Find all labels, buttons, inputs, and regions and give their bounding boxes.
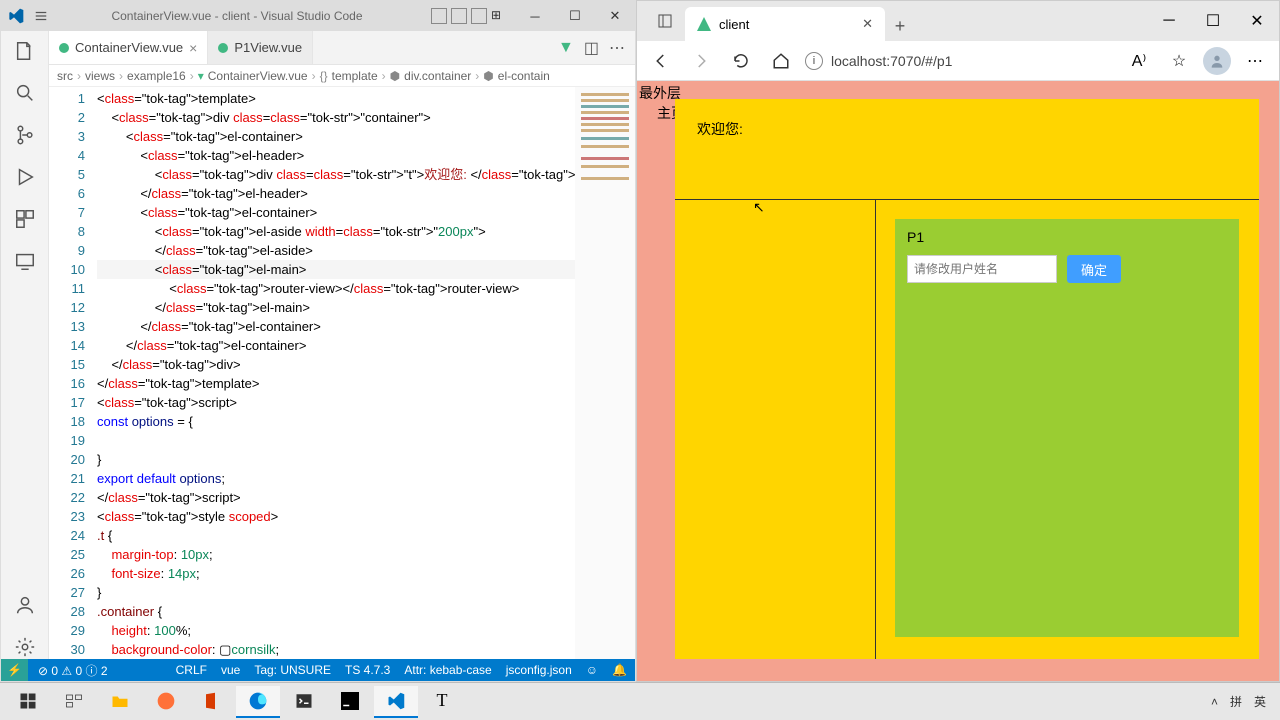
more-icon[interactable]: ⋯: [609, 38, 625, 58]
maximize-button[interactable]: ☐: [555, 8, 595, 24]
file-explorer-button[interactable]: [98, 686, 142, 718]
address-bar[interactable]: i localhost:7070/#/p1: [805, 52, 1115, 70]
window-title: ContainerView.vue - client - Visual Stud…: [51, 9, 423, 23]
bell-icon[interactable]: 🔔: [612, 663, 627, 677]
debug-icon[interactable]: [13, 165, 37, 189]
taskbar: T ˄ 拼 英: [0, 682, 1280, 720]
search-icon[interactable]: [13, 81, 37, 105]
settings-icon[interactable]: [13, 635, 37, 659]
vscode-titlebar: ContainerView.vue - client - Visual Stud…: [1, 1, 635, 31]
start-button[interactable]: [6, 686, 50, 718]
menu-icon[interactable]: [31, 9, 51, 23]
tab-title: client: [719, 17, 749, 32]
minimize-button[interactable]: ─: [1147, 1, 1191, 41]
task-view-button[interactable]: [52, 686, 96, 718]
tab-label: ContainerView.vue: [75, 40, 183, 55]
browser-toolbar: i localhost:7070/#/p1 A⁾ ☆ ⋯: [637, 41, 1279, 81]
problems-indicator[interactable]: ⊘ 0 ⚠ 0 ⓘ 2: [38, 662, 108, 679]
panel-left-icon[interactable]: [431, 8, 447, 24]
tab-actions-icon[interactable]: [645, 1, 685, 41]
site-info-icon[interactable]: i: [805, 52, 823, 70]
reload-button[interactable]: [725, 45, 757, 77]
activity-bar: [1, 31, 49, 659]
tab-containerview[interactable]: ContainerView.vue ×: [49, 31, 208, 64]
vscode-button[interactable]: [374, 686, 418, 718]
browser-tab-client[interactable]: client ✕: [685, 7, 885, 41]
new-tab-button[interactable]: +: [885, 11, 915, 41]
intellij-button[interactable]: [328, 686, 372, 718]
layout-icon[interactable]: ⊞: [491, 8, 507, 24]
split-editor-icon[interactable]: ◫: [584, 38, 599, 58]
tag-indicator[interactable]: Tag: UNSURE: [254, 663, 331, 677]
divider-vertical: [875, 199, 876, 659]
code-content[interactable]: <class="tok-tag">template> <class="tok-t…: [97, 87, 575, 659]
back-button[interactable]: [645, 45, 677, 77]
edge-button[interactable]: [236, 686, 280, 718]
page-content: 最外层 主页 欢迎您: P1 确定 ↖: [637, 81, 1279, 681]
attr-indicator[interactable]: Attr: kebab-case: [404, 663, 491, 677]
tab-p1view[interactable]: P1View.vue: [208, 31, 313, 64]
remote-indicator[interactable]: ⚡: [1, 659, 28, 681]
editor-tabs: ContainerView.vue × P1View.vue ▼ ◫ ⋯: [49, 31, 635, 65]
maximize-button[interactable]: ☐: [1191, 1, 1235, 41]
extensions-icon[interactable]: [13, 207, 37, 231]
minimap[interactable]: [575, 87, 635, 659]
p1-panel: P1 确定: [895, 219, 1239, 637]
text-app-button[interactable]: T: [420, 686, 464, 718]
vue-devtools-icon[interactable]: ▼: [558, 39, 574, 57]
eol-indicator[interactable]: CRLF: [176, 663, 207, 677]
account-icon[interactable]: [13, 593, 37, 617]
browser-tab-strip: client ✕ + ─ ☐ ✕: [637, 1, 1279, 41]
layout-controls: ⊞: [423, 8, 515, 24]
divider-horizontal: [675, 199, 1259, 200]
feedback-icon[interactable]: ☺: [586, 663, 598, 677]
profile-avatar[interactable]: [1203, 47, 1231, 75]
code-editor[interactable]: 1234567891011121314151617181920212223242…: [49, 87, 635, 659]
tray-chevron-icon[interactable]: ˄: [1211, 695, 1218, 709]
panel-bottom-icon[interactable]: [451, 8, 467, 24]
vue-icon: [218, 43, 228, 53]
panel-right-icon[interactable]: [471, 8, 487, 24]
welcome-text: 欢迎您:: [697, 119, 743, 139]
cursor-icon: ↖: [753, 199, 765, 216]
system-tray: ˄ 拼 英: [1211, 693, 1274, 710]
remote-icon[interactable]: [13, 249, 37, 273]
username-input[interactable]: [907, 255, 1057, 283]
tab-label: P1View.vue: [234, 40, 302, 55]
office-button[interactable]: [190, 686, 234, 718]
terminal-button[interactable]: [282, 686, 326, 718]
minimize-button[interactable]: ─: [515, 9, 555, 24]
jsconfig-indicator[interactable]: jsconfig.json: [506, 663, 572, 677]
vue-favicon-icon: [697, 17, 711, 31]
close-button[interactable]: ✕: [595, 8, 635, 24]
firefox-button[interactable]: [144, 686, 188, 718]
menu-icon[interactable]: ⋯: [1239, 45, 1271, 77]
vue-icon: [59, 43, 69, 53]
container-box: 欢迎您: P1 确定 ↖: [675, 99, 1259, 659]
line-gutter: 1234567891011121314151617181920212223242…: [49, 87, 97, 659]
forward-button[interactable]: [685, 45, 717, 77]
close-icon[interactable]: ✕: [862, 16, 873, 32]
close-button[interactable]: ✕: [1235, 1, 1279, 41]
vscode-window: ContainerView.vue - client - Visual Stud…: [0, 0, 636, 682]
browser-window: client ✕ + ─ ☐ ✕ i localhost:7070/#/p1 A…: [636, 0, 1280, 682]
ts-indicator[interactable]: TS 4.7.3: [345, 663, 390, 677]
read-aloud-icon[interactable]: A⁾: [1123, 45, 1155, 77]
home-button[interactable]: [765, 45, 797, 77]
ime-indicator-2[interactable]: 英: [1254, 693, 1266, 710]
close-icon[interactable]: ×: [189, 40, 197, 56]
explorer-icon[interactable]: [13, 39, 37, 63]
lang-indicator[interactable]: vue: [221, 663, 240, 677]
ime-indicator-1[interactable]: 拼: [1230, 693, 1242, 710]
scm-icon[interactable]: [13, 123, 37, 147]
confirm-button[interactable]: 确定: [1067, 255, 1121, 283]
breadcrumb[interactable]: src› views› example16› ▾ContainerView.vu…: [49, 65, 635, 87]
status-bar: ⚡ ⊘ 0 ⚠ 0 ⓘ 2 CRLF vue Tag: UNSURE TS 4.…: [1, 659, 635, 681]
url-text: localhost:7070/#/p1: [831, 53, 952, 69]
favorites-icon[interactable]: ☆: [1163, 45, 1195, 77]
p1-title: P1: [907, 229, 1227, 245]
vscode-logo-icon: [1, 8, 31, 24]
